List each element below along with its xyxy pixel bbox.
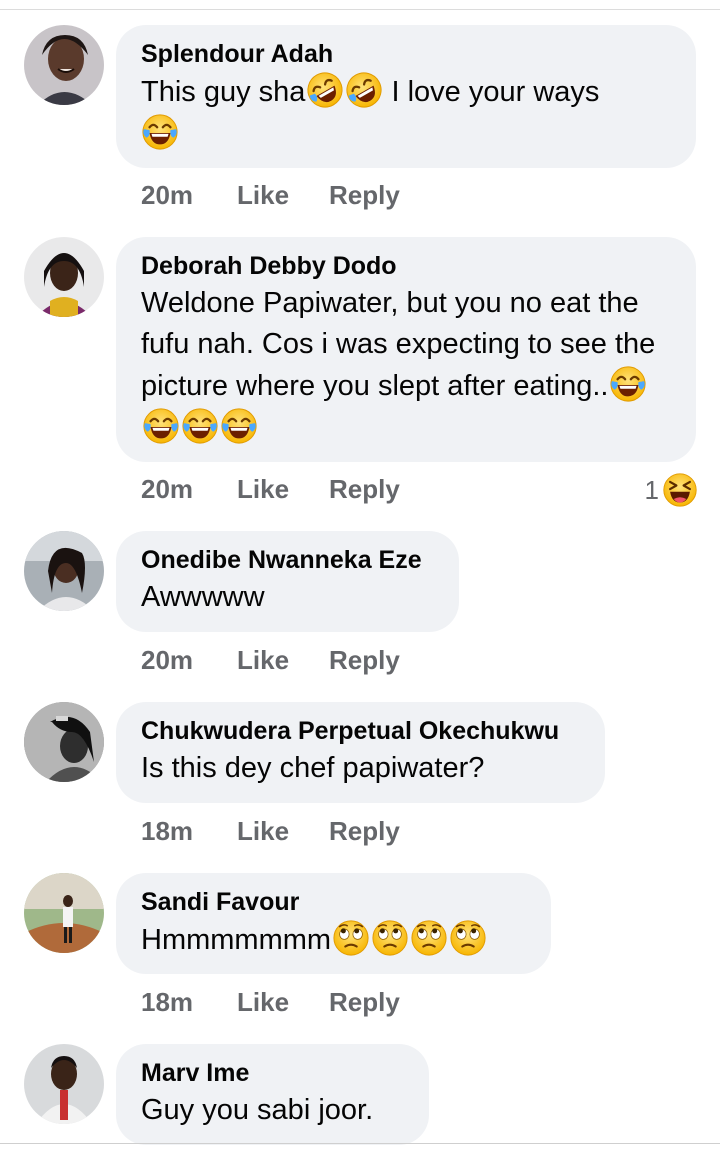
comment-author[interactable]: Splendour Adah	[141, 39, 670, 69]
comment-author[interactable]: Deborah Debby Dodo	[141, 251, 670, 281]
comment-time: 20m	[141, 645, 194, 675]
comment-text: Is this dey chef papiwater?	[141, 752, 485, 784]
comment-meta: 18m Like Reply	[141, 987, 400, 1017]
reaction-count: 1	[644, 475, 659, 506]
comment-time: 20m	[141, 180, 194, 210]
haha-reaction-icon	[662, 472, 698, 508]
reply-button[interactable]: Reply	[329, 987, 400, 1017]
avatar[interactable]	[24, 531, 104, 611]
like-button[interactable]: Like	[237, 180, 329, 210]
face-with-tears-of-joy-emoji-icon	[181, 407, 219, 445]
comment-author[interactable]: Chukwudera Perpetual Okechukwu	[141, 716, 579, 746]
face-with-rolling-eyes-emoji-icon	[371, 919, 409, 957]
comment-text-part: Weldone Papiwater, but you no eat the fu…	[141, 287, 656, 402]
top-divider	[0, 9, 720, 10]
comment-text: Weldone Papiwater, but you no eat the fu…	[141, 283, 670, 449]
comment-meta: 20m Like Reply	[141, 645, 400, 675]
comment-text: Hmmmmmmm	[141, 919, 525, 961]
comment-text-part: I love your ways	[383, 76, 600, 108]
face-with-tears-of-joy-emoji-icon	[609, 365, 647, 403]
face-with-tears-of-joy-emoji-icon	[141, 113, 179, 151]
comment-bubble: Deborah Debby Dodo Weldone Papiwater, bu…	[116, 237, 696, 462]
comment-text: Guy you sabi joor.	[141, 1094, 374, 1126]
like-button[interactable]: Like	[237, 816, 329, 846]
comment-time: 18m	[141, 987, 194, 1017]
avatar[interactable]	[24, 1044, 104, 1124]
comment-text: This guy sha I love your ways	[141, 71, 670, 155]
rolling-on-floor-laughing-emoji-icon	[345, 71, 383, 109]
comment-meta: 20m Like Reply	[141, 180, 400, 210]
avatar[interactable]	[24, 25, 104, 105]
comment-bubble: Chukwudera Perpetual Okechukwu Is this d…	[116, 702, 605, 803]
comment-text-part: This guy sha	[141, 76, 306, 108]
face-with-rolling-eyes-emoji-icon	[449, 919, 487, 957]
rolling-on-floor-laughing-emoji-icon	[306, 71, 344, 109]
bottom-divider	[0, 1143, 720, 1144]
like-button[interactable]: Like	[237, 645, 329, 675]
reaction-summary[interactable]: 1	[645, 471, 698, 508]
comment-time: 20m	[141, 474, 194, 504]
face-with-tears-of-joy-emoji-icon	[142, 407, 180, 445]
reply-button[interactable]: Reply	[329, 816, 400, 846]
comment-bubble: Onedibe Nwanneka Eze Awwwww	[116, 531, 459, 632]
face-with-tears-of-joy-emoji-icon	[220, 407, 258, 445]
comment-meta: 20m Like Reply	[141, 474, 400, 504]
comment-text: Awwwww	[141, 581, 265, 613]
reply-button[interactable]: Reply	[329, 180, 400, 210]
avatar[interactable]	[24, 702, 104, 782]
comment-bubble: Sandi Favour Hmmmmmmm	[116, 873, 551, 974]
comment-bubble: Splendour Adah This guy sha I love your …	[116, 25, 696, 168]
like-button[interactable]: Like	[237, 987, 329, 1017]
comment-meta: 18m Like Reply	[141, 816, 400, 846]
comment-author[interactable]: Marv Ime	[141, 1058, 403, 1088]
face-with-rolling-eyes-emoji-icon	[332, 919, 370, 957]
comment-author[interactable]: Sandi Favour	[141, 887, 525, 917]
reply-button[interactable]: Reply	[329, 645, 400, 675]
comment-bubble: Marv Ime Guy you sabi joor.	[116, 1044, 429, 1145]
comment-author[interactable]: Onedibe Nwanneka Eze	[141, 545, 433, 575]
comment-time: 18m	[141, 816, 194, 846]
avatar[interactable]	[24, 237, 104, 317]
reply-button[interactable]: Reply	[329, 474, 400, 504]
face-with-rolling-eyes-emoji-icon	[410, 919, 448, 957]
like-button[interactable]: Like	[237, 474, 329, 504]
avatar[interactable]	[24, 873, 104, 953]
comment-text-part: Hmmmmmmm	[141, 924, 332, 956]
